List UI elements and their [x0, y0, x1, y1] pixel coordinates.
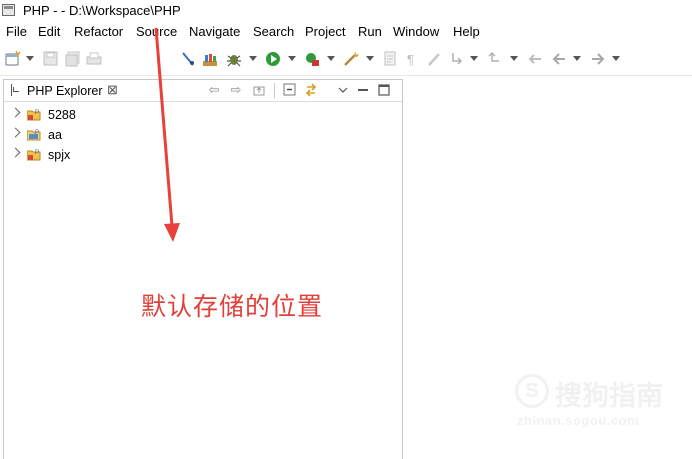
watermark: S 搜狗指南 zhinan.sogou.com: [515, 368, 685, 438]
annotation-text: 默认存储的位置: [141, 292, 324, 321]
watermark-text: 搜狗指南: [555, 381, 663, 411]
watermark-logo-icon: S: [515, 374, 549, 408]
watermark-url: zhinan.sogou.com: [517, 413, 640, 428]
